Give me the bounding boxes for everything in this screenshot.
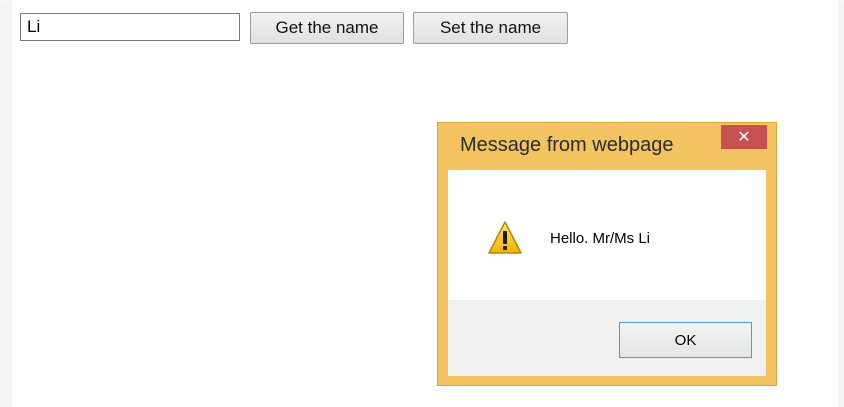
ok-button[interactable]: OK	[619, 322, 752, 358]
close-button[interactable]: ✕	[721, 125, 767, 149]
dialog-body: Hello. Mr/Ms Li OK	[448, 170, 766, 376]
warning-icon	[488, 221, 522, 254]
name-input[interactable]	[20, 13, 240, 41]
dialog-titlebar[interactable]: Message from webpage ✕	[438, 123, 776, 169]
dialog-message: Hello. Mr/Ms Li	[550, 230, 651, 247]
get-name-button[interactable]: Get the name	[250, 12, 404, 44]
dialog-title: Message from webpage	[460, 134, 674, 156]
alert-dialog: Message from webpage ✕ Hello. Mr/Ms Li O…	[437, 122, 777, 386]
close-icon: ✕	[737, 129, 751, 146]
set-name-button[interactable]: Set the name	[413, 12, 568, 44]
